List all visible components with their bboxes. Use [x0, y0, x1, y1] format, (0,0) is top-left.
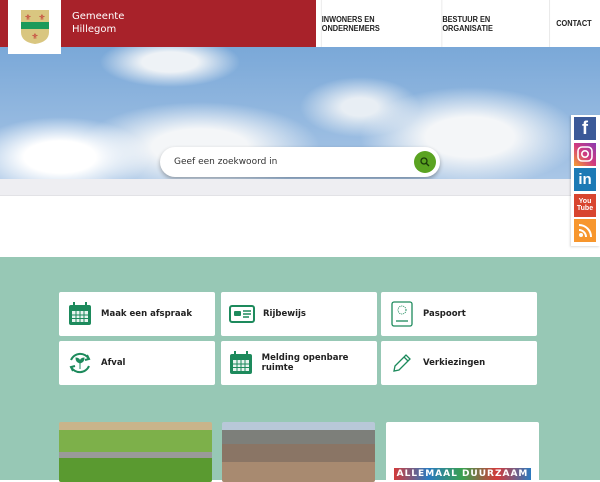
svg-text:⚜: ⚜	[38, 13, 45, 22]
municipality-logo[interactable]: ⚜ ⚜ ⚜	[8, 0, 61, 54]
tile-label: Verkiezingen	[423, 358, 486, 368]
main-nav: INWONERS EN ONDERNEMERS BESTUUR EN ORGAN…	[316, 0, 600, 47]
tile-label: Melding openbare ruimte	[261, 353, 349, 373]
tile-afval[interactable]: Afval	[59, 341, 215, 385]
youtube-icon[interactable]: You Tube	[574, 193, 596, 217]
tile-label: Maak een afspraak	[101, 309, 192, 319]
svg-text:⚜: ⚜	[31, 32, 38, 41]
breadcrumb-strip	[0, 179, 600, 196]
tile-label: Rijbewijs	[263, 309, 306, 319]
tile-verkiezingen[interactable]: Verkiezingen	[381, 341, 537, 385]
pencil-icon	[389, 350, 415, 376]
instagram-icon[interactable]	[574, 142, 596, 166]
nav-contact[interactable]: CONTACT	[549, 0, 598, 47]
news-card-park[interactable]	[59, 422, 212, 482]
site-header: ⚜ ⚜ ⚜ Gemeente Hillegom INWONERS EN ONDERNE…	[0, 0, 600, 54]
drivers-license-icon	[229, 301, 255, 327]
tile-label: Afval	[101, 358, 126, 368]
rss-icon[interactable]	[574, 219, 596, 242]
tile-afspraak[interactable]: Maak een afspraak	[59, 292, 215, 336]
search-placeholder: Geef een zoekwoord in	[174, 157, 278, 167]
tile-rijbewijs[interactable]: Rijbewijs	[221, 292, 377, 336]
linkedin-icon[interactable]: in	[574, 168, 596, 191]
passport-icon	[389, 301, 415, 327]
nav-bestuur[interactable]: BESTUUR EN ORGANISATIE	[441, 0, 542, 47]
brand-line1: Gemeente	[72, 11, 125, 22]
svg-text:⚜: ⚜	[24, 13, 31, 22]
facebook-icon[interactable]: f	[574, 117, 596, 140]
calendar-icon	[229, 350, 254, 376]
brand-line2: Hillegom	[72, 24, 117, 35]
tile-melding[interactable]: Melding openbare ruimte	[221, 341, 377, 385]
recycle-icon	[67, 350, 93, 376]
coat-of-arms-icon: ⚜ ⚜ ⚜	[20, 10, 49, 44]
news-card-town[interactable]	[222, 422, 375, 482]
search-icon	[420, 157, 430, 167]
allemaal-duurzaam-logo: ALLEMAAL DUURZAAM	[393, 468, 532, 480]
search-input[interactable]: Geef een zoekwoord in	[160, 147, 440, 177]
tile-paspoort[interactable]: Paspoort	[381, 292, 537, 336]
tile-label: Paspoort	[423, 309, 466, 319]
calendar-icon	[67, 301, 93, 327]
nav-inwoners[interactable]: INWONERS EN ONDERNEMERS	[320, 0, 432, 47]
search-button[interactable]	[414, 151, 436, 173]
brand-name[interactable]: Gemeente Hillegom	[72, 10, 124, 36]
social-bar: f in You Tube	[571, 115, 600, 246]
news-card-duurzaam[interactable]: ALLEMAAL DUURZAAM	[386, 422, 539, 482]
